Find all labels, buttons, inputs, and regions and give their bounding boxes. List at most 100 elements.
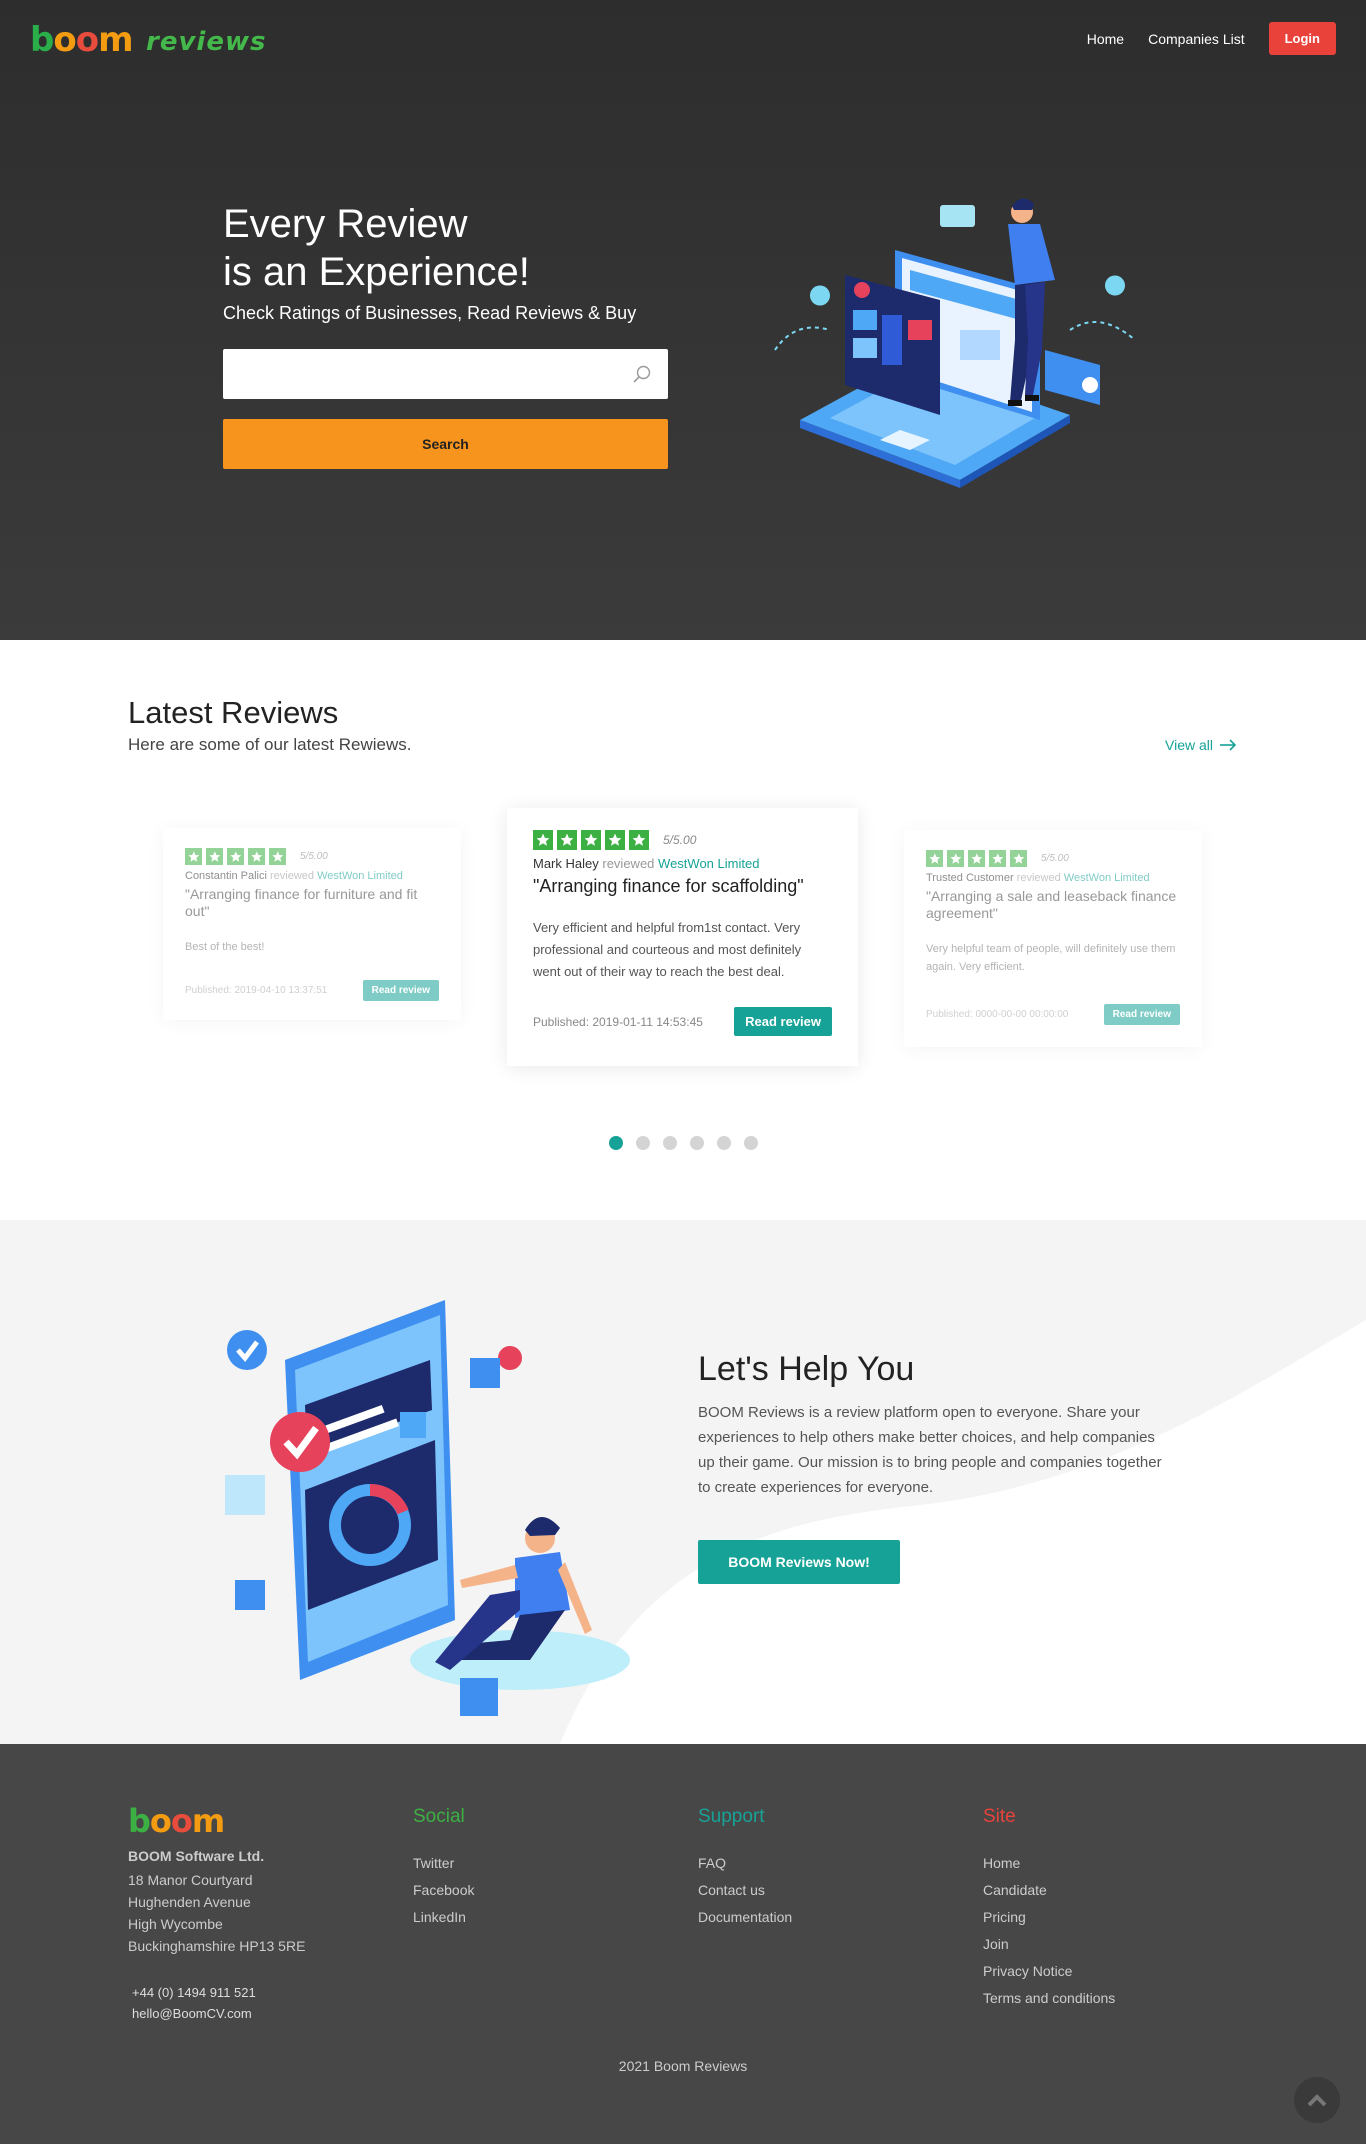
view-all-link[interactable]: View all [1165, 737, 1237, 753]
review-footer: Published: 2019-04-10 13:37:51 Read revi… [185, 980, 439, 1001]
star-icon [206, 848, 223, 865]
review-card: 5/5.00 Trusted Customer reviewed WestWon… [904, 830, 1202, 1047]
carousel-dot[interactable] [636, 1136, 650, 1150]
phone-checklist-illustration [225, 1300, 630, 1716]
rating-score: 5/5.00 [663, 833, 697, 847]
help-title: Let's Help You [698, 1350, 915, 1388]
carousel-dot[interactable] [744, 1136, 758, 1150]
star-rating: 5/5.00 [185, 848, 439, 865]
hero-title-line2: is an Experience! [223, 250, 530, 294]
footer-link-linkedin[interactable]: LinkedIn [413, 1904, 474, 1931]
reviewer-name: Mark Haley [533, 856, 599, 871]
scroll-to-top-button[interactable] [1294, 2077, 1340, 2123]
latest-reviews-title: Latest Reviews [128, 695, 339, 730]
carousel-dot[interactable] [663, 1136, 677, 1150]
review-title: "Arranging finance for scaffolding" [533, 876, 804, 896]
footer-contact: +44 (0) 1494 911 521 hello@BoomCV.com [132, 1982, 256, 2024]
footer-support-column: Support FAQ Contact us Documentation [698, 1806, 792, 1931]
review-footer: Published: 0000-00-00 00:00:00 Read revi… [926, 1004, 1180, 1025]
company-link[interactable]: WestWon Limited [658, 856, 759, 871]
rating-score: 5/5.00 [300, 851, 328, 862]
footer-link-join[interactable]: Join [983, 1931, 1115, 1958]
footer-link-twitter[interactable]: Twitter [413, 1850, 474, 1877]
star-icon [557, 830, 577, 850]
search-box [223, 349, 668, 399]
footer-link-candidate[interactable]: Candidate [983, 1877, 1115, 1904]
carousel-dot[interactable] [717, 1136, 731, 1150]
help-description: BOOM Reviews is a review platform open t… [698, 1404, 1162, 1496]
footer-phone[interactable]: +44 (0) 1494 911 521 [132, 1982, 256, 2003]
read-review-button[interactable]: Read review [362, 980, 439, 1001]
search-button[interactable]: Search [223, 419, 668, 469]
review-card: 5/5.00 Constantin Palici reviewed WestWo… [163, 828, 461, 1020]
boom-logo[interactable]: boom [30, 20, 134, 60]
footer-site-heading: Site [983, 1806, 1016, 1827]
review-title: "Arranging a sale and leaseback finance … [926, 888, 1177, 921]
footer-link-terms[interactable]: Terms and conditions [983, 1985, 1115, 2012]
star-icon [227, 848, 244, 865]
footer-link-contact[interactable]: Contact us [698, 1877, 792, 1904]
chevron-up-icon [1307, 2094, 1327, 2107]
read-review-button[interactable]: Read review [734, 1007, 832, 1036]
footer-link-privacy[interactable]: Privacy Notice [983, 1958, 1115, 1985]
star-icon [629, 830, 649, 850]
footer-social-column: Social Twitter Facebook LinkedIn [413, 1806, 474, 1931]
latest-reviews-subtitle: Here are some of our latest Rewiews. [128, 735, 412, 754]
footer-link-facebook[interactable]: Facebook [413, 1877, 474, 1904]
star-rating: 5/5.00 [533, 830, 832, 850]
address-line: Hughenden Avenue [128, 1894, 251, 1910]
footer-company-name: BOOM Software Ltd. [128, 1848, 265, 1864]
review-body: Very efficient and helpful from1st conta… [533, 920, 802, 979]
reviewed-word: reviewed [602, 856, 655, 871]
footer-link-documentation[interactable]: Documentation [698, 1904, 792, 1931]
footer-address: 18 Manor Courtyard Hughenden Avenue High… [128, 1869, 305, 1957]
footer-link-faq[interactable]: FAQ [698, 1850, 792, 1877]
review-body: Best of the best! [185, 941, 265, 953]
carousel-dot[interactable] [609, 1136, 623, 1150]
view-all-label: View all [1165, 737, 1213, 753]
login-button[interactable]: Login [1268, 22, 1336, 55]
copyright: 2021 Boom Reviews [618, 2058, 748, 2074]
reviewed-word: reviewed [1016, 872, 1061, 884]
footer-link-pricing[interactable]: Pricing [983, 1904, 1115, 1931]
star-icon [269, 848, 286, 865]
address-line: Buckinghamshire HP13 5RE [128, 1938, 306, 1954]
footer-boom-logo[interactable]: boom [128, 1802, 225, 1840]
published-date: Published: 0000-00-00 00:00:00 [926, 1009, 1069, 1020]
star-rating: 5/5.00 [926, 850, 1180, 867]
reviewer-name: Constantin Palici [185, 870, 267, 882]
hero-title: Every Review is an Experience! [223, 200, 530, 296]
star-icon [947, 850, 964, 867]
star-icon [1010, 850, 1027, 867]
company-link[interactable]: WestWon Limited [1064, 872, 1150, 884]
top-nav: boom reviews Home Companies List Login [0, 0, 1366, 80]
footer-email[interactable]: hello@BoomCV.com [132, 2003, 256, 2024]
review-body: Very helpful team of people, will defini… [926, 943, 1176, 973]
hero-title-line1: Every Review [223, 202, 468, 246]
published-date: Published: 2019-01-11 14:53:45 [533, 1014, 703, 1029]
footer-support-heading: Support [698, 1806, 765, 1827]
search-icon[interactable] [632, 364, 652, 384]
company-link[interactable]: WestWon Limited [317, 870, 403, 882]
nav-home-link[interactable]: Home [1087, 31, 1124, 47]
reviewer-name: Trusted Customer [926, 872, 1014, 884]
search-input[interactable] [223, 349, 668, 399]
hero-section: boom reviews Home Companies List Login E… [0, 0, 1366, 640]
help-section: Let's Help You BOOM Reviews is a review … [0, 1220, 1366, 1744]
reviewer-line: Mark Haley reviewed WestWon Limited [533, 856, 832, 871]
reviewed-word: reviewed [270, 870, 315, 882]
star-icon [248, 848, 265, 865]
logo-reviews-text: reviews [146, 27, 267, 57]
boom-reviews-now-button[interactable]: BOOM Reviews Now! [698, 1540, 900, 1584]
read-review-button[interactable]: Read review [1103, 1004, 1180, 1025]
nav-companies-link[interactable]: Companies List [1148, 31, 1245, 47]
review-card-active: 5/5.00 Mark Haley reviewed WestWon Limit… [507, 808, 858, 1066]
footer-link-home[interactable]: Home [983, 1850, 1115, 1877]
star-icon [968, 850, 985, 867]
address-line: High Wycombe [128, 1916, 223, 1932]
carousel-dot[interactable] [690, 1136, 704, 1150]
published-date: Published: 2019-04-10 13:37:51 [185, 985, 328, 996]
arrow-right-icon [1220, 739, 1237, 751]
hero-subtitle: Check Ratings of Businesses, Read Review… [223, 303, 637, 323]
address-line: 18 Manor Courtyard [128, 1872, 253, 1888]
